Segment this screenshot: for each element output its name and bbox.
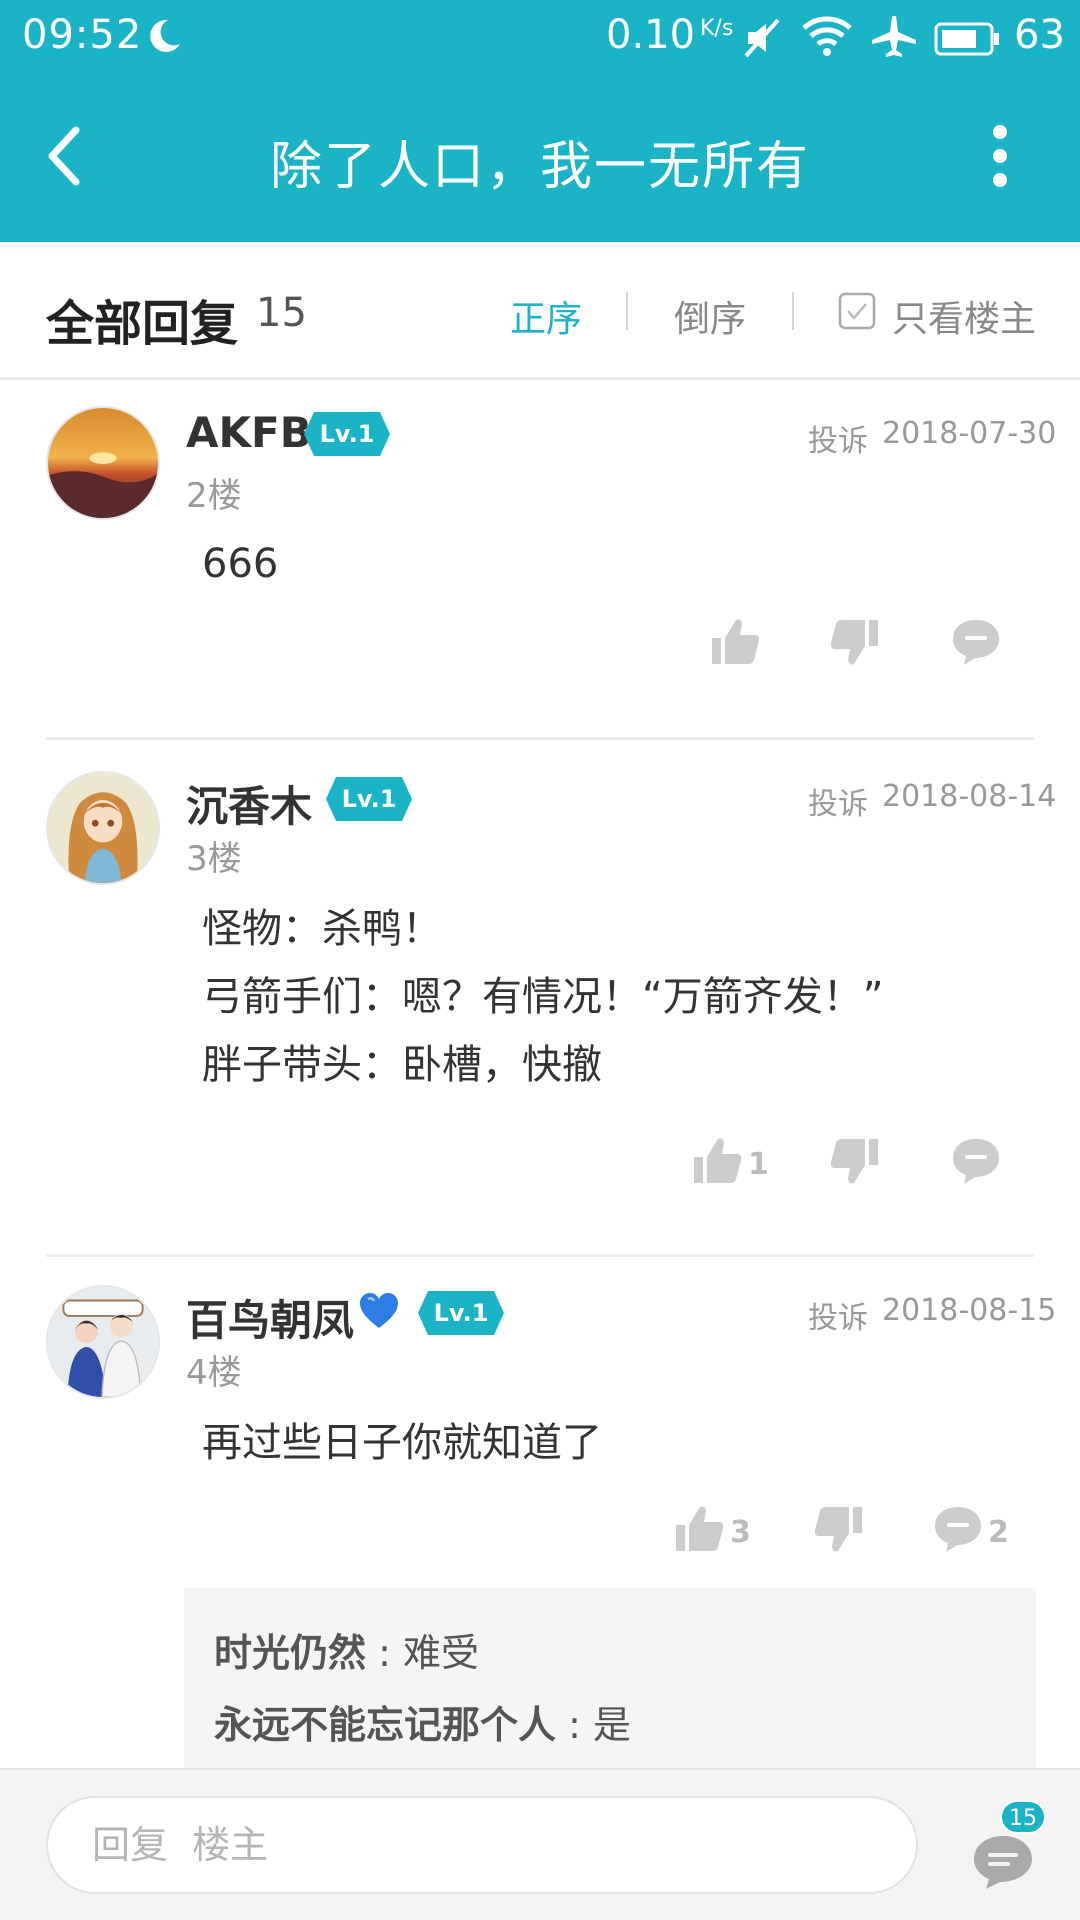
avatar[interactable]	[46, 1285, 160, 1399]
sub-reply[interactable]: 时光仍然 : 难受	[214, 1622, 479, 1677]
battery-icon	[934, 20, 1000, 56]
post-date: 2018-08-15	[882, 1293, 1057, 1328]
sort-descending-tab[interactable]: 倒序	[674, 290, 746, 342]
reply-input[interactable]	[46, 1796, 918, 1894]
sub-reply-separator: :	[556, 1703, 593, 1747]
post-content: 再过些日子你就知道了	[202, 1409, 602, 1477]
status-bar: 09:52 0.10 K/s 63	[0, 0, 1080, 76]
floor-number: 4楼	[186, 1353, 242, 1393]
reply-count: 2	[988, 1515, 1009, 1550]
moon-icon	[144, 16, 184, 56]
sub-reply-author[interactable]: 时光仍然	[214, 1631, 366, 1675]
divider	[46, 1254, 1034, 1257]
replies-title: 全部回复	[46, 296, 239, 352]
divider	[792, 292, 794, 330]
post: 沉香木 Lv.1 投诉 2018-08-14 3楼 怪物：杀鸭！ 弓箭手们：嗯？…	[0, 743, 1080, 1259]
more-icon[interactable]	[970, 118, 1030, 194]
floor-number: 3楼	[186, 839, 242, 879]
comment-count-badge: 15	[1000, 1800, 1046, 1834]
level-badge: Lv.1	[304, 412, 390, 456]
content-line: 666	[202, 541, 279, 587]
level-badge: Lv.1	[418, 1291, 504, 1335]
sub-replies[interactable]: 时光仍然 : 难受 永远不能忘记那个人 : 是	[184, 1588, 1036, 1768]
reply-header: 全部回复 15 正序 倒序 只看楼主	[0, 242, 1080, 380]
post: AKFB Lv.1 投诉 2018-07-30 2楼 666	[0, 380, 1080, 740]
sub-reply-separator: :	[366, 1631, 403, 1675]
airplane-icon	[870, 14, 918, 60]
level-label: Lv.1	[319, 420, 375, 448]
username[interactable]: 百鸟朝凤	[186, 1287, 354, 1348]
replies-count: 15	[256, 290, 307, 336]
post-content: 怪物：杀鸭！ 弓箭手们：嗯？有情况！“万箭齐发！” 胖子带头：卧槽，快撤	[202, 895, 883, 1099]
wifi-icon	[800, 14, 854, 58]
username[interactable]: AKFB	[186, 408, 312, 457]
battery-level: 63	[1014, 12, 1065, 58]
network-speed-unit: K/s	[700, 16, 734, 41]
back-icon[interactable]	[36, 116, 96, 196]
content-line: 怪物：杀鸭！	[202, 906, 442, 952]
like-count: 1	[748, 1147, 769, 1182]
level-badge: Lv.1	[326, 777, 412, 821]
avatar[interactable]	[46, 771, 160, 885]
divider	[46, 737, 1034, 740]
sort-ascending-tab[interactable]: 正序	[510, 290, 582, 342]
content-line: 弓箭手们：嗯？有情况！“万箭齐发！”	[202, 974, 884, 1020]
report-link[interactable]: 投诉	[808, 779, 868, 823]
avatar[interactable]	[46, 406, 160, 520]
bottom-bar: 15	[0, 1768, 1080, 1920]
content-line: 再过些日子你就知道了	[202, 1420, 602, 1466]
mute-icon	[740, 16, 784, 60]
network-speed: 0.10	[606, 12, 696, 58]
username[interactable]: 沉香木	[186, 773, 312, 834]
post-date: 2018-07-30	[882, 416, 1057, 451]
only-op-checkbox[interactable]	[838, 292, 876, 330]
like-count: 3	[730, 1515, 751, 1550]
top-bar: 09:52 0.10 K/s 63 除了人口，我一无所有	[0, 0, 1080, 242]
sub-reply-text: 是	[592, 1703, 631, 1747]
post-date: 2018-08-14	[882, 779, 1057, 814]
level-label: Lv.1	[341, 785, 397, 813]
post-content: 666	[202, 530, 278, 598]
sub-reply[interactable]: 永远不能忘记那个人 : 是	[214, 1694, 631, 1749]
page-title: 除了人口，我一无所有	[269, 137, 810, 197]
level-label: Lv.1	[433, 1299, 489, 1327]
sub-reply-author[interactable]: 永远不能忘记那个人	[214, 1703, 556, 1747]
report-link[interactable]: 投诉	[808, 416, 868, 460]
heart-icon	[358, 1291, 400, 1331]
nav-bar: 除了人口，我一无所有	[0, 76, 1080, 242]
content-line: 胖子带头：卧槽，快撤	[202, 1042, 602, 1088]
report-link[interactable]: 投诉	[808, 1293, 868, 1337]
sub-reply-text: 难受	[402, 1631, 479, 1675]
divider	[626, 292, 628, 330]
status-time: 09:52	[22, 12, 143, 58]
only-op-label[interactable]: 只看楼主	[892, 290, 1036, 342]
floor-number: 2楼	[186, 476, 242, 516]
